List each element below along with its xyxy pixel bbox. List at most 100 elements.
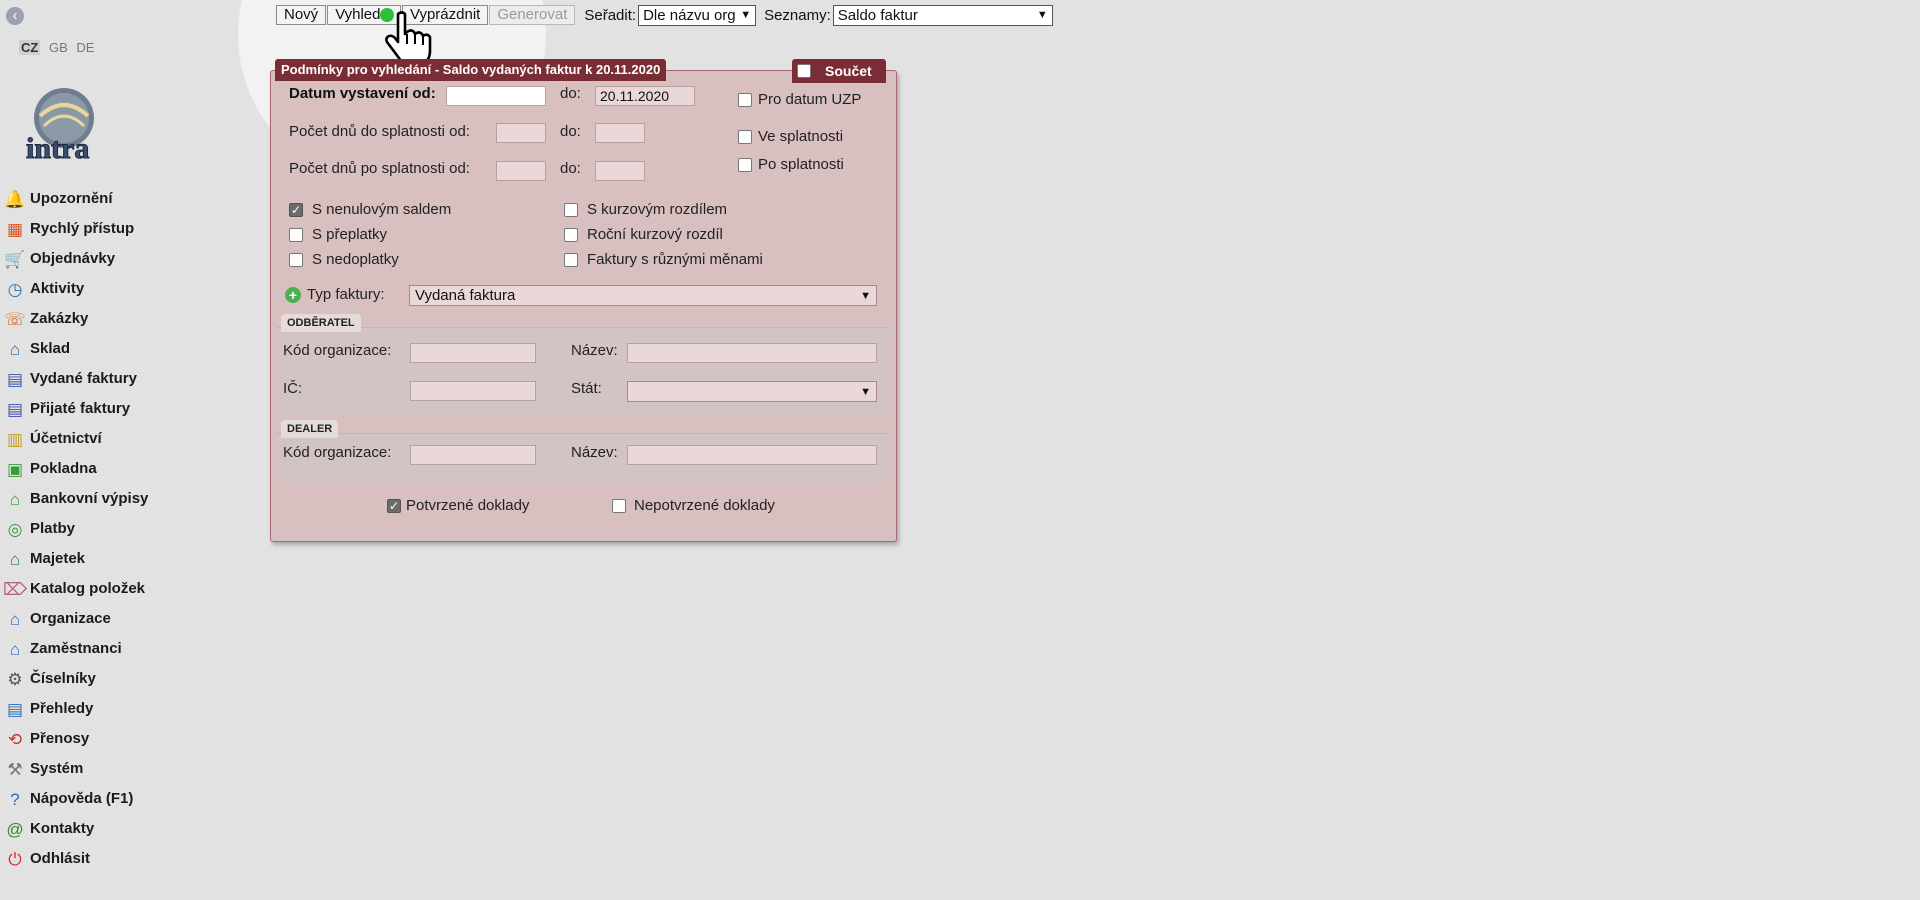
sidebar-item[interactable]: ▥ Účetnictví [0, 424, 250, 454]
days-after-due-to-input[interactable] [595, 161, 645, 181]
overpaid-checkbox[interactable] [289, 227, 303, 242]
sidebar-item-label: Přijaté faktury [30, 400, 131, 417]
sidebar-item[interactable]: ☏ Zakázky [0, 304, 250, 334]
sidebar-item[interactable]: ▣ Pokladna [0, 454, 250, 484]
sidebar-item-label: Číselníky [30, 670, 96, 687]
sort-label: Seřadit: [584, 6, 637, 24]
sort-select[interactable]: Dle názvu org ▼ [638, 4, 757, 26]
days-to-due-from-input[interactable] [496, 123, 546, 143]
sidebar-item[interactable]: 🛒 Objednávky [0, 244, 250, 274]
issued-invoice-icon: ▤ [6, 369, 24, 389]
sidebar-item[interactable]: ⌦ Katalog položek [0, 574, 250, 604]
sidebar-item[interactable]: ⌂ Sklad [0, 334, 250, 364]
accounting-icon: ▥ [6, 429, 24, 449]
intra-logo[interactable]: intra [18, 86, 104, 162]
sidebar-item[interactable]: ▤ Přijaté faktury [0, 394, 250, 424]
cart-icon: 🛒 [4, 249, 26, 269]
sidebar-item-label: Majetek [30, 550, 86, 567]
new-button[interactable]: Nový [276, 5, 327, 25]
clock-icon: ◷ [7, 279, 23, 299]
employees-icon: ⌂ [9, 639, 21, 659]
customer-name-input[interactable] [627, 343, 877, 363]
sidebar-item[interactable]: ⟲ Přenosy [0, 724, 250, 754]
sidebar-item[interactable]: ? Nápověda (F1) [0, 784, 250, 814]
lang-gb[interactable]: GB [49, 40, 68, 55]
invoice-type-value: Vydaná faktura [415, 287, 516, 304]
in-due-checkbox[interactable] [738, 129, 752, 144]
search-conditions-panel: Podmínky pro vyhledání - Saldo vydaných … [270, 59, 897, 542]
generate-button[interactable]: Generovat [489, 5, 576, 25]
sidebar-item[interactable]: ⌂ Bankovní výpisy [0, 484, 250, 514]
multi-currency-checkbox[interactable] [564, 252, 578, 267]
lists-select[interactable]: Saldo faktur ▼ [832, 4, 1053, 26]
ic-input[interactable] [410, 381, 536, 401]
fx-diff-checkbox[interactable] [564, 202, 578, 217]
dealer-name-input[interactable] [627, 445, 877, 465]
unconfirmed-checkbox[interactable] [612, 498, 626, 513]
received-invoice-icon: ▤ [6, 399, 24, 419]
sidebar-item-label: Nápověda (F1) [30, 790, 134, 807]
sidebar-item[interactable]: ◎ Platby [0, 514, 250, 544]
organization-icon: ⌂ [9, 609, 21, 629]
date-to-label: do: [560, 85, 581, 102]
days-after-due-from-input[interactable] [496, 161, 546, 181]
sidebar-item[interactable]: @ Kontakty [0, 814, 250, 844]
sidebar-item[interactable]: ⌂ Organizace [0, 604, 250, 634]
sidebar-item-label: Vydané faktury [30, 370, 137, 387]
uzp-checkbox[interactable] [738, 92, 752, 107]
days-to-due-to-input[interactable] [595, 123, 645, 143]
invoice-type-select[interactable]: Vydaná faktura ▼ [409, 285, 877, 306]
transfer-icon: ⟲ [7, 729, 23, 749]
sum-toggle[interactable]: Součet [792, 59, 886, 83]
sidebar-item-label: Pokladna [30, 460, 97, 477]
yearly-fx-checkbox[interactable] [564, 227, 578, 242]
date-from-input[interactable] [446, 86, 546, 106]
sidebar-item[interactable]: ⚒ Systém [0, 754, 250, 784]
sidebar-item-label: Systém [30, 760, 84, 777]
sidebar-item[interactable]: ⌂ Majetek [0, 544, 250, 574]
confirmed-label: Potvrzené doklady [406, 497, 530, 514]
customer-org-code-input[interactable] [410, 343, 536, 363]
sidebar-item[interactable]: ⚙ Číselníky [0, 664, 250, 694]
hand-cursor-icon [385, 11, 432, 66]
nonzero-balance-checkbox[interactable]: ✓ [289, 202, 303, 217]
bell-icon: 🔔 [4, 189, 26, 209]
underpaid-checkbox[interactable] [289, 252, 303, 267]
after-due-checkbox[interactable] [738, 157, 752, 172]
state-label: Stát: [571, 380, 602, 397]
payments-icon: ◎ [7, 519, 23, 539]
confirmed-checkbox[interactable]: ✓ [387, 498, 401, 513]
language-switcher: CZ GB DE [19, 40, 99, 55]
sidebar-nav: 🔔 Upozornění ▦ Rychlý přístup 🛒 Objednávky ◷ Ak… [0, 184, 250, 874]
sidebar-item-label: Aktivity [30, 280, 85, 297]
sidebar-item-label: Odhlásit [30, 850, 91, 867]
sidebar-item[interactable]: ▤ Přehledy [0, 694, 250, 724]
customer-name-label: Název: [571, 342, 618, 359]
sidebar-item[interactable]: ◷ Aktivity [0, 274, 250, 304]
days-after-due-label: Počet dnů po splatnosti od: [289, 160, 470, 177]
sidebar-item[interactable]: ⌂ Zaměstnanci [0, 634, 250, 664]
state-select[interactable]: ▼ [627, 381, 877, 402]
nonzero-balance-label: S nenulovým saldem [312, 201, 452, 218]
at-icon: @ [6, 819, 24, 839]
warehouse-icon: ⌂ [9, 339, 21, 359]
back-button[interactable]: ‹ [6, 7, 24, 25]
reports-icon: ▤ [6, 699, 24, 719]
overpaid-label: S přeplatky [312, 226, 388, 243]
add-icon[interactable]: + [285, 286, 301, 303]
sidebar-item[interactable]: ▤ Vydané faktury [0, 364, 250, 394]
customer-section-title: ODBĚRATEL [281, 314, 361, 332]
sum-label: Součet [825, 63, 872, 79]
bank-icon: ⌂ [9, 489, 21, 509]
dealer-org-code-input[interactable] [410, 445, 536, 465]
sidebar-item-label: Zaměstnanci [30, 640, 122, 657]
sidebar-item[interactable]: 🔔 Upozornění [0, 184, 250, 214]
customer-section: ODBĚRATEL Kód organizace: Název: IČ: Stá… [277, 314, 889, 416]
sum-checkbox[interactable] [797, 64, 811, 78]
lang-de[interactable]: DE [76, 40, 94, 55]
lang-cz[interactable]: CZ [19, 40, 41, 55]
unconfirmed-label: Nepotvrzené doklady [634, 497, 775, 514]
sidebar-item[interactable]: ⏻ Odhlásit [0, 844, 250, 874]
date-to-input[interactable]: 20.11.2020 [595, 86, 695, 106]
sidebar-item[interactable]: ▦ Rychlý přístup [0, 214, 250, 244]
